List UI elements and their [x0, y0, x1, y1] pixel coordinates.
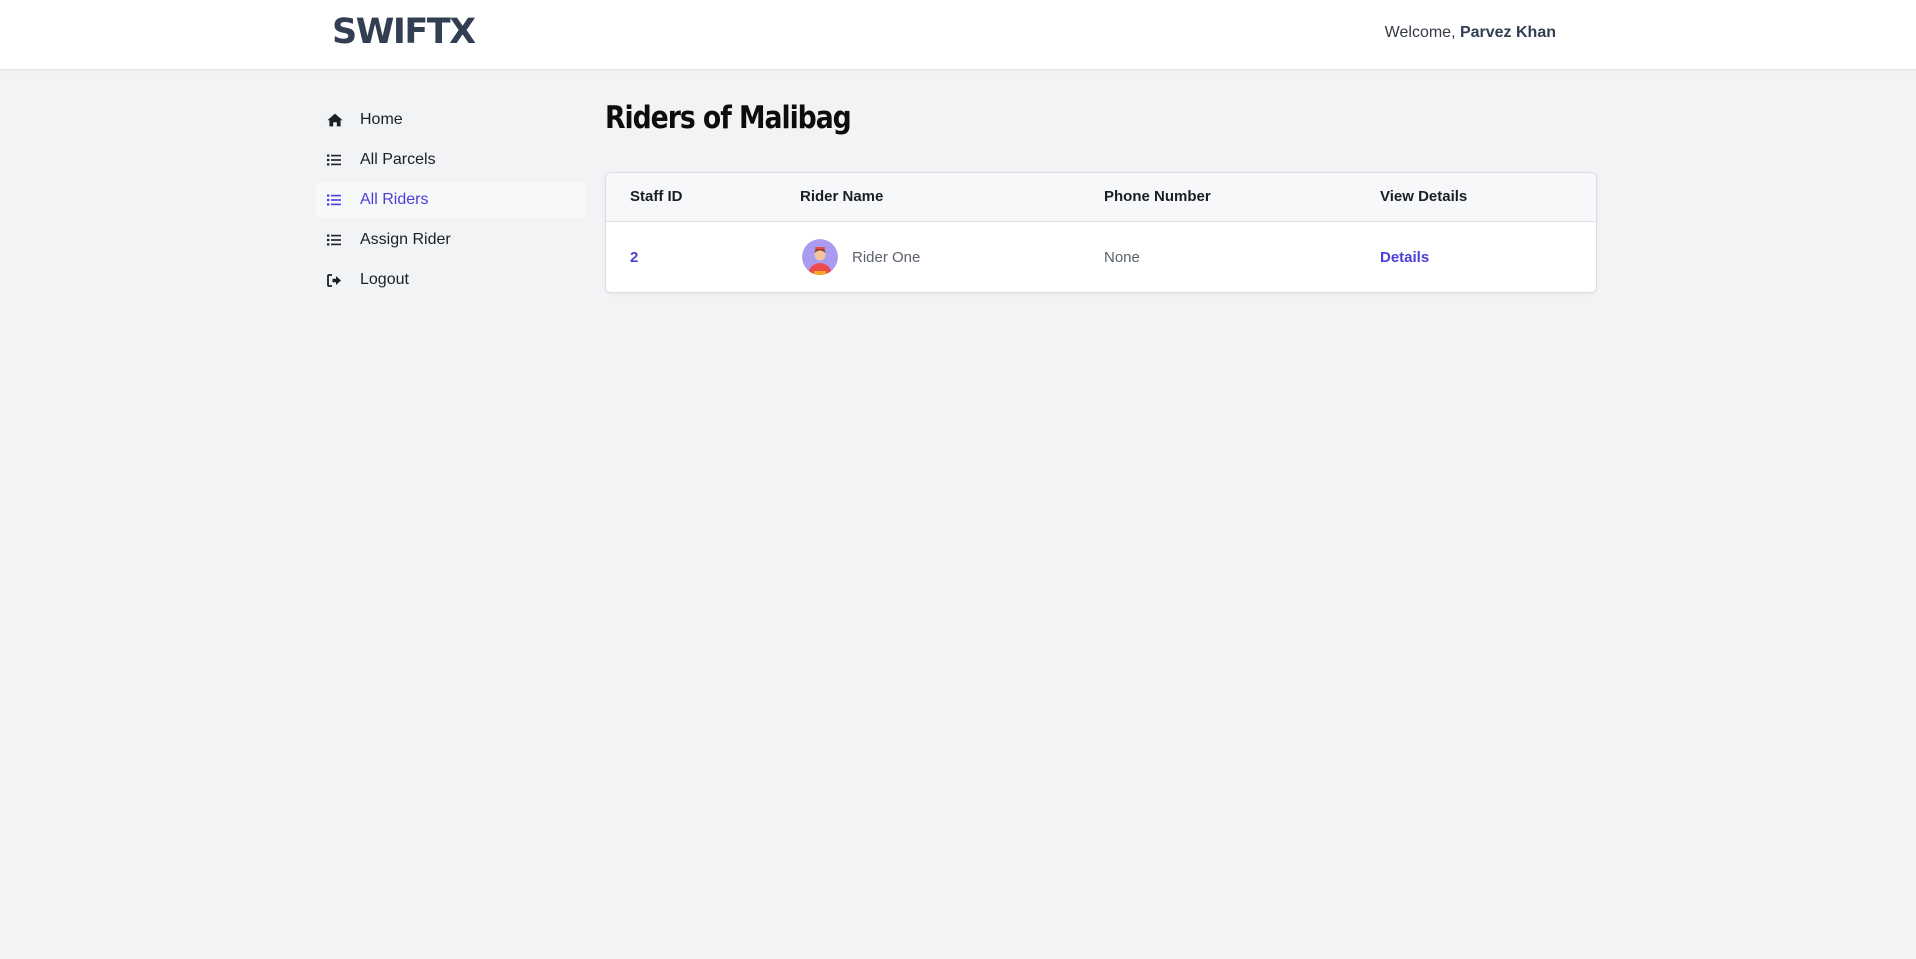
sidebar-item-label: Home	[360, 111, 403, 128]
list-icon	[327, 192, 349, 208]
sidebar-item-logout[interactable]: Logout	[316, 262, 586, 298]
staff-id: 2	[630, 248, 639, 266]
column-header-rider-name: Rider Name	[800, 188, 884, 206]
column-header-staff-id: Staff ID	[630, 188, 683, 206]
staff-id-cell: 2	[606, 221, 776, 292]
top-bar: SWIFTX Welcome, Parvez Khan	[0, 0, 1916, 70]
logout-icon	[327, 272, 349, 288]
sidebar-item-label: All Riders	[360, 191, 429, 208]
rider-avatar	[802, 239, 838, 276]
rider-name-cell: Rider One	[776, 221, 1080, 292]
app-logo[interactable]: SWIFTX	[332, 12, 476, 52]
sidebar-item-label: Assign Rider	[360, 231, 451, 248]
column-header-phone-number: Phone Number	[1104, 188, 1211, 206]
sidebar-item-assign-rider[interactable]: Assign Rider	[316, 222, 586, 258]
sidebar-item-all-parcels[interactable]: All Parcels	[316, 142, 586, 178]
column-header-view-details: View Details	[1380, 188, 1468, 206]
details-link[interactable]: Details	[1380, 249, 1429, 266]
phone-number-cell: None	[1104, 248, 1140, 266]
sidebar-item-all-riders[interactable]: All Riders	[316, 182, 586, 218]
user-name: Parvez Khan	[1459, 24, 1556, 41]
sidebar-nav: Home All Parcels All Riders Assign Rider…	[316, 102, 586, 302]
home-icon	[327, 112, 349, 128]
rider-name: Rider One	[852, 248, 921, 266]
list-icon	[327, 232, 349, 248]
sidebar-item-label: All Parcels	[360, 151, 436, 168]
page-title: Riders of Malibag	[605, 100, 852, 136]
welcome-message: Welcome, Parvez Khan	[1385, 24, 1556, 42]
riders-table: Staff ID Rider Name Phone Number View De…	[605, 172, 1597, 293]
view-details-cell: Details	[1356, 221, 1596, 292]
sidebar-item-label: Logout	[360, 271, 409, 288]
table-row: 2 Rider One None Details	[606, 221, 1596, 292]
table-header-row: Staff ID Rider Name Phone Number View De…	[606, 173, 1596, 221]
list-icon	[327, 152, 349, 168]
welcome-prefix: Welcome,	[1384, 24, 1460, 41]
sidebar-item-home[interactable]: Home	[316, 102, 586, 138]
